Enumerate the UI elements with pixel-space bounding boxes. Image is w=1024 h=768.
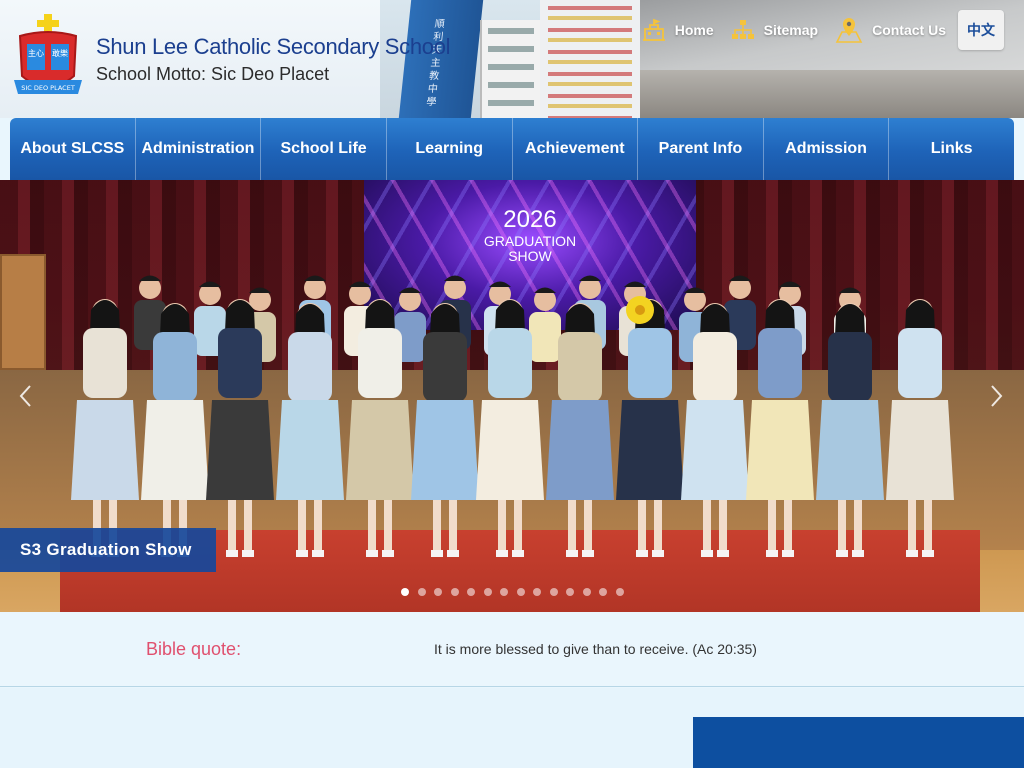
nav-item-achievement[interactable]: Achievement [513,118,639,180]
home-link[interactable]: Home [641,18,714,42]
slider-pagination [401,588,632,596]
nav-item-parent-info[interactable]: Parent Info [638,118,764,180]
content-panel-header [693,717,1024,768]
slide-caption: S3 Graduation Show [0,528,216,572]
sitemap-icon [731,20,754,39]
nav-item-administration[interactable]: Administration [136,118,262,180]
school-building-icon [642,18,665,41]
header-building [480,20,540,118]
hero-slider: 2026 GRADUATION SHOW S3 Graduation Show [0,180,1024,612]
bible-quote-band: Bible quote: It is more blessed to give … [0,612,1024,687]
student-figure [886,299,954,557]
student-figure [529,287,561,362]
chevron-right-icon [991,385,1003,407]
logo-ribbon-text: SIC DEO PLACET [21,84,75,92]
nav-item-learning[interactable]: Learning [387,118,513,180]
tower-sign-text: 順利天主教中學 [425,19,446,108]
bible-quote-text: It is more blessed to give than to recei… [434,641,757,657]
contact-us-link-label: Contact Us [872,22,946,38]
slider-dot[interactable] [533,588,541,596]
sitemap-link[interactable]: Sitemap [730,18,818,42]
paper-flower-prop [626,296,654,324]
screen-year: 2026 [503,206,557,233]
slider-prev-button[interactable] [18,384,32,414]
home-link-label: Home [674,22,714,38]
school-name[interactable]: Shun Lee Catholic Secondary School [96,34,451,60]
slider-dot[interactable] [401,588,409,596]
slider-next-button[interactable] [990,384,1004,414]
logo-text-right: 敢樂 [52,48,68,58]
main-navigation: About SLCSS Administration School Life L… [10,118,1014,180]
map-pin-icon [835,18,863,43]
slider-dot[interactable] [516,588,525,596]
stage-screen-text: 2026 GRADUATION SHOW [364,206,696,264]
screen-title-line1: GRADUATION [483,233,577,249]
slider-dot[interactable] [467,588,475,596]
logo-text-left: 主心 [28,48,44,58]
student-figure [71,299,139,557]
top-links: Home Sitemap Contact Us 中文 [625,10,1004,50]
slider-dot[interactable] [483,588,492,596]
slider-dot[interactable] [417,588,426,596]
slider-dot[interactable] [549,588,558,596]
bible-quote-label: Bible quote: [146,639,242,659]
slider-dot[interactable] [599,588,607,596]
slider-dot[interactable] [615,588,624,596]
slider-dot[interactable] [566,588,574,596]
site-header: 順利天主教中學 主心 敢樂 SIC DEO PLACET Shun Lee Ca… [0,0,1024,118]
stage-podium [0,254,46,370]
nav-item-about[interactable]: About SLCSS [10,118,136,180]
language-toggle-button[interactable]: 中文 [958,10,1004,50]
student-figure [816,303,884,557]
school-motto: School Motto: Sic Deo Placet [96,64,330,84]
slider-dot[interactable] [500,588,508,596]
sitemap-link-label: Sitemap [763,22,819,38]
student-figure [276,303,344,557]
chevron-left-icon [19,385,31,407]
slider-dot[interactable] [450,588,459,596]
school-logo[interactable]: 主心 敢樂 SIC DEO PLACET [12,14,84,104]
slider-dot[interactable] [582,588,591,596]
nav-item-admission[interactable]: Admission [764,118,890,180]
nav-item-links[interactable]: Links [889,118,1014,180]
contact-us-link[interactable]: Contact Us [834,16,946,44]
slider-dot[interactable] [434,588,442,596]
nav-item-school-life[interactable]: School Life [261,118,387,180]
